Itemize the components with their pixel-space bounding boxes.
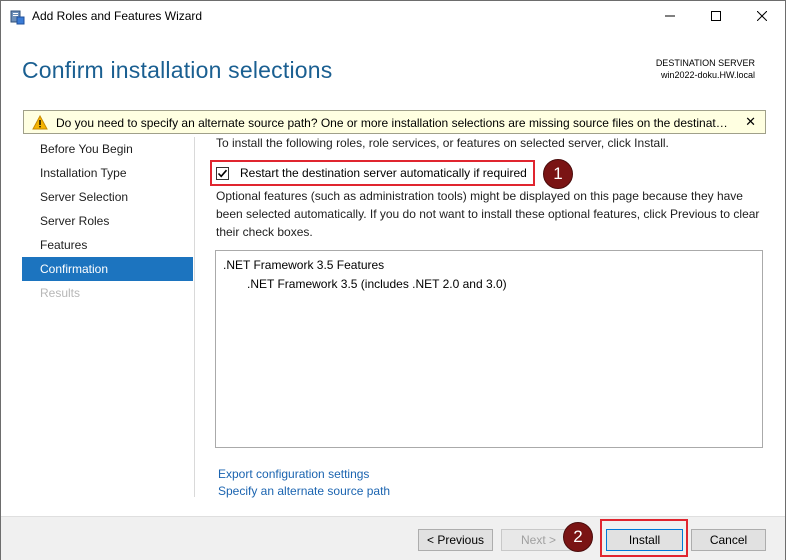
warning-icon (32, 114, 48, 130)
nav-item-results: Results (40, 286, 81, 300)
wizard-nav: Before You Begin Installation Type Serve… (22, 137, 193, 305)
destination-server-value: win2022-doku.HW.local (660, 70, 755, 80)
maximize-icon (711, 10, 721, 24)
cancel-button[interactable]: Cancel (691, 529, 766, 551)
optional-features-text: Optional features (such as administratio… (216, 189, 760, 239)
close-icon (756, 10, 768, 24)
server-manager-icon (9, 9, 25, 25)
nav-item-features[interactable]: Features (22, 233, 193, 257)
window-title: Add Roles and Features Wizard (32, 9, 203, 23)
nav-item-server-selection[interactable]: Server Selection (22, 185, 193, 209)
intro-text: To install the following roles, role ser… (216, 136, 669, 150)
page-title: Confirm installation selections (22, 57, 333, 83)
close-button[interactable] (739, 1, 785, 32)
maximize-button[interactable] (693, 1, 739, 32)
minimize-icon (665, 10, 675, 24)
feature-item-parent: .NET Framework 3.5 Features (223, 258, 385, 272)
nav-item-server-roles[interactable]: Server Roles (22, 209, 193, 233)
annotation-highlight-install (600, 519, 688, 557)
warning-text: Do you need to specify an alternate sour… (56, 116, 728, 130)
wizard-window: Add Roles and Features Wizard Confirm in… (0, 0, 786, 560)
warning-bar: Do you need to specify an alternate sour… (23, 110, 766, 134)
alternate-source-link[interactable]: Specify an alternate source path (218, 484, 390, 498)
warning-close-icon[interactable]: ✕ (745, 114, 756, 130)
minimize-button[interactable] (647, 1, 693, 32)
export-configuration-link[interactable]: Export configuration settings (218, 467, 369, 481)
feature-item-child: .NET Framework 3.5 (includes .NET 2.0 an… (247, 277, 507, 291)
annotation-badge-1: 1 (543, 159, 573, 189)
nav-item-installation-type[interactable]: Installation Type (22, 161, 193, 185)
annotation-badge-2: 2 (563, 522, 593, 552)
annotation-highlight-restart (210, 160, 535, 186)
features-list-box[interactable]: .NET Framework 3.5 Features .NET Framewo… (215, 250, 763, 448)
nav-item-before-you-begin[interactable]: Before You Begin (22, 137, 193, 161)
sidebar-divider (194, 137, 195, 497)
nav-item-confirmation[interactable]: Confirmation (22, 257, 193, 281)
title-bar: Add Roles and Features Wizard (1, 1, 785, 32)
previous-button[interactable]: < Previous (418, 529, 493, 551)
destination-server-label: DESTINATION SERVER (655, 58, 755, 68)
